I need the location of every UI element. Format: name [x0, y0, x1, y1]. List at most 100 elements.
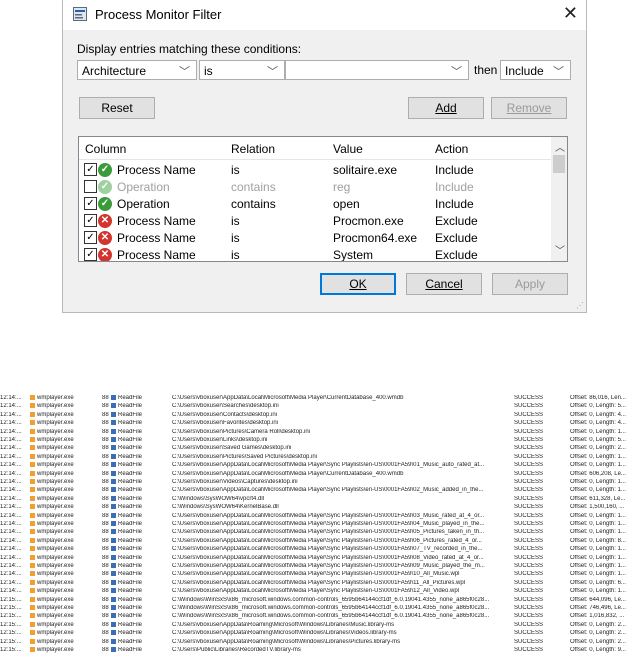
header-relation[interactable]: Relation — [231, 142, 275, 156]
log-row[interactable]: 12:14:... wmplayer.exe 88 ReadFile C:\Users\… — [0, 571, 643, 577]
log-row[interactable]: 12:14:... wmplayer.exe 88 ReadFile C:\Users\… — [0, 403, 643, 409]
file-icon — [111, 638, 116, 644]
log-process: wmplayer.exe — [37, 529, 74, 536]
process-icon — [30, 411, 35, 417]
filter-checkbox[interactable]: ✓ — [84, 248, 97, 261]
filter-column: Operation — [117, 197, 170, 211]
log-time: 12:14:... — [0, 554, 22, 561]
log-row[interactable]: 12:15:... wmplayer.exe 88 ReadFile C:\Window… — [0, 613, 643, 619]
log-process: wmplayer.exe — [37, 453, 74, 460]
add-button[interactable]: Add — [408, 97, 484, 119]
log-process: wmplayer.exe — [37, 462, 74, 469]
relation-select[interactable]: is ﹀ — [199, 60, 285, 80]
log-row[interactable]: 12:15:... wmplayer.exe 88 ReadFile C:\Users\… — [0, 638, 643, 645]
process-icon — [30, 420, 35, 426]
log-row[interactable]: 12:14:... wmplayer.exe 88 ReadFile C:\Users\… — [0, 411, 643, 418]
log-row[interactable]: 12:14:... wmplayer.exe 88 ReadFile C:\Users\… — [0, 437, 643, 443]
filter-row[interactable]: ✓ ✕ Process Name is System Exclude — [79, 247, 551, 261]
file-icon — [111, 453, 116, 459]
process-icon — [30, 403, 35, 409]
filter-column: Operation — [117, 180, 170, 194]
log-row[interactable]: 12:14:... wmplayer.exe 88 ReadFile C:\Users\… — [0, 462, 643, 468]
log-row[interactable]: 12:15:... wmplayer.exe 88 ReadFile C:\Users\… — [0, 647, 643, 653]
scroll-thumb[interactable] — [553, 155, 565, 173]
log-process: wmplayer.exe — [37, 521, 74, 527]
log-result: SUCCESS — [514, 546, 544, 553]
log-process: wmplayer.exe — [37, 546, 74, 553]
log-path: C:\Users\vboxuser\Favorites\desktop.ini — [172, 420, 279, 427]
log-row[interactable]: 12:14:... wmplayer.exe 88 ReadFile C:\Users\… — [0, 521, 643, 527]
filter-list-scrollbar[interactable]: ︿ ﹀ — [551, 137, 567, 261]
header-value[interactable]: Value — [333, 142, 363, 156]
log-row[interactable]: 12:14:... wmplayer.exe 88 ReadFile C:\Users\… — [0, 546, 643, 552]
log-row[interactable]: 12:14:... wmplayer.exe 88 ReadFile C:\Users\… — [0, 563, 643, 569]
apply-button[interactable]: Apply — [492, 273, 568, 295]
log-operation: ReadFile — [118, 512, 143, 519]
log-detail: Offset: 0, Length: 1... — [570, 546, 626, 553]
log-row[interactable]: 12:14:... wmplayer.exe 88 ReadFile C:\Users\… — [0, 479, 643, 485]
filter-checkbox[interactable]: ✓ — [84, 197, 97, 210]
log-row[interactable]: 12:14:... wmplayer.exe 88 ReadFile C:\Users\… — [0, 588, 643, 594]
log-result: SUCCESS — [514, 462, 544, 469]
remove-button[interactable]: Remove — [491, 97, 567, 119]
filter-value: reg — [333, 180, 351, 194]
log-pid: 88 — [102, 411, 109, 418]
log-row[interactable]: 12:14:... wmplayer.exe 88 ReadFile C:\Users\… — [0, 579, 643, 586]
ok-button[interactable]: OK — [320, 273, 396, 295]
column-select[interactable]: Architecture ﹀ — [77, 60, 197, 80]
log-time: 12:14:... — [0, 411, 22, 418]
process-icon — [30, 437, 35, 442]
log-operation: ReadFile — [118, 479, 143, 485]
then-label: then — [474, 63, 498, 77]
log-pid: 88 — [102, 462, 109, 469]
log-result: SUCCESS — [514, 504, 544, 511]
log-row[interactable]: 12:14:... wmplayer.exe 88 ReadFile C:\Users\… — [0, 512, 643, 519]
process-icon — [30, 571, 35, 577]
log-pid: 88 — [102, 638, 109, 645]
filter-row[interactable]: ✓ ✕ Process Name is Procmon.exe Exclude — [79, 213, 551, 230]
log-row[interactable]: 12:14:... wmplayer.exe 88 ReadFile C:\Users\… — [0, 395, 643, 401]
log-path: C:\Windows\WinSxS\x86_microsoft.windows.… — [172, 613, 490, 620]
log-detail: Offset: 0, Length: 4... — [570, 420, 626, 427]
log-row[interactable]: 12:15:... wmplayer.exe 88 ReadFile C:\Users\… — [0, 621, 643, 628]
reset-button[interactable]: Reset — [79, 97, 155, 119]
filter-list[interactable]: Column Relation Value Action ✓ ✓ Process N… — [78, 136, 568, 262]
scroll-down-icon[interactable]: ﹀ — [555, 242, 565, 257]
resize-grip-icon[interactable]: ⋰ — [576, 301, 584, 310]
filter-row[interactable]: ✓ ✕ Process Name is Procmon64.exe Exclude — [79, 230, 551, 247]
process-icon — [30, 588, 35, 594]
log-result: SUCCESS — [514, 571, 544, 578]
filter-row[interactable]: ✓ ✓ Process Name is solitaire.exe Include — [79, 162, 551, 179]
close-icon[interactable]: ✕ — [563, 3, 578, 23]
log-row[interactable]: 12:14:... wmplayer.exe 88 ReadFile C:\Users\… — [0, 445, 643, 451]
filter-checkbox[interactable]: ✓ — [84, 214, 97, 227]
scroll-up-icon[interactable]: ︿ — [555, 139, 565, 154]
log-row[interactable]: 12:15:... wmplayer.exe 88 ReadFile C:\Window… — [0, 605, 643, 611]
log-row[interactable]: 12:14:... wmplayer.exe 88 ReadFile C:\Window… — [0, 495, 643, 502]
filter-row[interactable]: ✓ Operation contains reg Include — [79, 179, 551, 196]
file-icon — [111, 411, 116, 417]
log-path: C:\Users\vboxuser\AppData\Local\Microsof… — [172, 554, 484, 561]
filter-row[interactable]: ✓ ✓ Operation contains open Include — [79, 196, 551, 213]
log-row[interactable]: 12:14:... wmplayer.exe 88 ReadFile C:\Users\… — [0, 537, 643, 544]
log-detail: Offset: 0, Length: 2... — [570, 445, 626, 452]
log-row[interactable]: 12:15:... wmplayer.exe 88 ReadFile C:\Users\… — [0, 630, 643, 636]
log-operation: ReadFile — [118, 428, 143, 435]
log-row[interactable]: 12:14:... wmplayer.exe 88 ReadFile C:\Users\… — [0, 420, 643, 426]
action-select[interactable]: Include ﹀ — [500, 60, 571, 80]
log-row[interactable]: 12:15:... wmplayer.exe 88 ReadFile C:\Window… — [0, 596, 643, 603]
log-row[interactable]: 12:14:... wmplayer.exe 88 ReadFile C:\Window… — [0, 504, 643, 510]
log-row[interactable]: 12:14:... wmplayer.exe 88 ReadFile C:\Users\… — [0, 554, 643, 561]
log-row[interactable]: 12:14:... wmplayer.exe 88 ReadFile C:\Users\… — [0, 453, 643, 460]
log-row[interactable]: 12:14:... wmplayer.exe 88 ReadFile C:\Users\… — [0, 428, 643, 435]
cancel-button[interactable]: Cancel — [406, 273, 482, 295]
filter-checkbox[interactable] — [84, 180, 97, 193]
log-row[interactable]: 12:14:... wmplayer.exe 88 ReadFile C:\Users\… — [0, 529, 643, 535]
filter-checkbox[interactable]: ✓ — [84, 163, 97, 176]
header-column[interactable]: Column — [85, 142, 126, 156]
filter-checkbox[interactable]: ✓ — [84, 231, 97, 244]
log-row[interactable]: 12:14:... wmplayer.exe 88 ReadFile C:\Users\… — [0, 487, 643, 493]
value-combobox[interactable]: ﹀ — [285, 60, 469, 80]
log-row[interactable]: 12:14:... wmplayer.exe 88 ReadFile C:\Users\… — [0, 470, 643, 477]
header-action[interactable]: Action — [435, 142, 468, 156]
